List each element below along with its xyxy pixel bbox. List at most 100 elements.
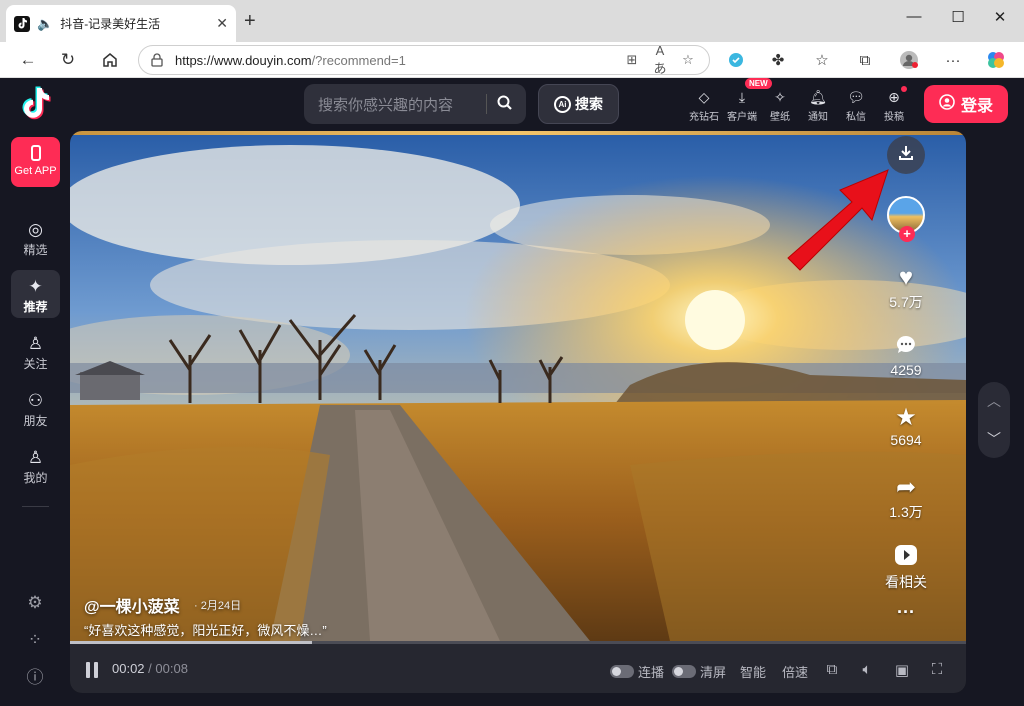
time-display: 00:02 / 00:08 bbox=[112, 661, 188, 676]
profile-icon: ♙ bbox=[27, 448, 44, 467]
progress-fill bbox=[70, 641, 312, 644]
related-label: 看相关 bbox=[885, 574, 927, 590]
sidebar-item-profile[interactable]: ♙ 我的 bbox=[11, 441, 60, 489]
login-button[interactable]: 登录 bbox=[924, 85, 1008, 123]
download-client-icon: ⤓ bbox=[738, 89, 746, 105]
settings-icon[interactable]: ⚙ bbox=[24, 592, 46, 614]
diamond-recharge-button[interactable]: ◇ 充钻石 bbox=[684, 86, 724, 123]
favorite-star-icon[interactable]: ☆ bbox=[679, 52, 697, 68]
sidebar-item-featured[interactable]: ◎ 精选 bbox=[11, 213, 60, 261]
like-button[interactable]: ♥ 5.7万 bbox=[876, 264, 936, 312]
sidebar-item-recommend[interactable]: ✦ 推荐 bbox=[11, 270, 60, 318]
search-input[interactable]: 搜索你感兴趣的内容 bbox=[304, 84, 526, 124]
extensions-puzzle-icon[interactable]: ✤ bbox=[768, 51, 788, 69]
extension-copilot-icon[interactable] bbox=[726, 51, 746, 69]
lock-icon bbox=[151, 53, 165, 67]
clear-screen-toggle[interactable]: 清屏 bbox=[672, 662, 726, 681]
progress-bar[interactable] bbox=[70, 641, 966, 644]
speaker-icon[interactable]: 🔈 bbox=[37, 16, 53, 32]
share-button[interactable]: ➦ 1.3万 bbox=[876, 474, 936, 522]
featured-icon: ◎ bbox=[28, 220, 43, 239]
douyin-favicon-icon bbox=[14, 15, 30, 32]
tab-close-icon[interactable]: ✕ bbox=[216, 15, 228, 32]
smart-button[interactable]: 智能 bbox=[740, 662, 766, 681]
share-count: 1.3万 bbox=[889, 504, 923, 520]
browser-toolbar: ← ↻ https://www.douyin.com/?recommend=1 … bbox=[0, 42, 1024, 78]
video-date: · 2月24日 bbox=[194, 600, 242, 612]
message-icon: 💬︎ bbox=[847, 89, 865, 105]
minimize-button[interactable]: — bbox=[899, 8, 929, 25]
profile-avatar-icon[interactable] bbox=[899, 51, 919, 69]
client-download-button[interactable]: ⤓ 客户端 bbox=[722, 86, 762, 123]
follow-icon: ♙ bbox=[27, 334, 44, 353]
search-icon[interactable] bbox=[497, 95, 512, 114]
diamond-icon: ◇ bbox=[698, 89, 710, 105]
friends-icon: ⚇ bbox=[27, 391, 44, 410]
continuous-play-toggle[interactable]: 连播 bbox=[610, 662, 664, 681]
comment-icon bbox=[876, 334, 936, 362]
get-app-button[interactable]: Get APP bbox=[11, 137, 60, 187]
back-arrow-icon[interactable]: ← bbox=[16, 49, 40, 71]
browser-tab-douyin[interactable]: 🔈 抖音-记录美好生活 ✕ bbox=[6, 5, 236, 42]
heart-icon: ♥ bbox=[898, 264, 914, 291]
web-fullscreen-icon[interactable]: ▣ bbox=[892, 661, 912, 679]
volume-icon[interactable]: 🔈︎ bbox=[857, 661, 877, 678]
fullscreen-icon[interactable]: ⛶ bbox=[927, 661, 947, 678]
favorite-count: 5694 bbox=[890, 432, 922, 448]
video-caption[interactable]: “好喜欢这种感觉，阳光正好，微风不燥…” bbox=[84, 620, 327, 639]
more-menu-icon[interactable]: ··· bbox=[943, 51, 963, 69]
favorites-list-icon[interactable]: ☆ bbox=[812, 51, 832, 69]
next-video-chevron-down-icon[interactable]: ﹀ bbox=[978, 420, 1010, 458]
help-icon[interactable]: ⓘ bbox=[24, 667, 46, 689]
user-icon bbox=[939, 93, 955, 115]
wallpaper-button[interactable]: ✧ 壁纸 bbox=[760, 86, 800, 123]
download-icon bbox=[897, 144, 915, 167]
pause-icon[interactable] bbox=[86, 662, 100, 678]
notification-button[interactable]: 🔔︎ 通知 bbox=[798, 86, 838, 123]
phone-icon bbox=[30, 145, 41, 161]
like-count: 5.7万 bbox=[889, 294, 923, 310]
upload-icon: ⊕ bbox=[888, 89, 900, 105]
comment-button[interactable]: 4259 bbox=[876, 334, 936, 378]
picture-in-picture-icon[interactable]: ⧉ bbox=[822, 661, 842, 678]
address-bar[interactable]: https://www.douyin.com/?recommend=1 ⊞ Aあ… bbox=[138, 43, 710, 77]
close-window-button[interactable]: ✕ bbox=[985, 8, 1015, 26]
ai-icon: Ai bbox=[554, 95, 571, 113]
wallpaper-icon: ✧ bbox=[774, 89, 786, 105]
bell-icon: 🔔︎ bbox=[809, 89, 827, 105]
split-screen-icon[interactable]: ⊞ bbox=[623, 52, 641, 68]
related-button[interactable]: 看相关 bbox=[876, 544, 936, 592]
sidebar-item-friends[interactable]: ⚇ 朋友 bbox=[11, 384, 60, 432]
video-control-bar: 00:02 / 00:08 连播 清屏 智能 倍速 ⧉ 🔈︎ ▣ ⛶ bbox=[70, 641, 966, 693]
new-tab-button[interactable]: + bbox=[244, 10, 256, 33]
search-placeholder: 搜索你感兴趣的内容 bbox=[318, 96, 454, 114]
ai-search-button[interactable]: Ai 搜索 bbox=[538, 84, 619, 124]
screenshot-icon[interactable]: ⧉ bbox=[855, 51, 875, 69]
douyin-logo-icon[interactable] bbox=[20, 86, 52, 126]
home-icon[interactable] bbox=[98, 49, 122, 71]
favorite-button[interactable]: ★ 5694 bbox=[876, 404, 936, 448]
video-author[interactable]: @一棵小菠菜 bbox=[84, 593, 180, 617]
follow-plus-icon[interactable]: + bbox=[899, 226, 915, 242]
reload-icon[interactable]: ↻ bbox=[56, 49, 80, 71]
upload-button[interactable]: ⊕ 投稿 bbox=[874, 86, 914, 123]
message-button[interactable]: 💬︎ 私信 bbox=[836, 86, 876, 123]
star-icon: ★ bbox=[895, 404, 917, 431]
video-nav-control: ︿ ﹀ bbox=[978, 382, 1010, 458]
douyin-page: 搜索你感兴趣的内容 Ai 搜索 ◇ 充钻石 ⤓ 客户端 NEW ✧ 壁纸 🔔︎ … bbox=[0, 78, 1024, 706]
play-related-icon bbox=[876, 544, 936, 572]
previous-video-chevron-up-icon[interactable]: ︿ bbox=[978, 382, 1010, 420]
read-aloud-icon[interactable]: Aあ bbox=[651, 43, 669, 77]
more-apps-icon[interactable]: ⁘ bbox=[24, 629, 46, 651]
browser-tab-bar: 🔈 抖音-记录美好生活 ✕ + — ☐ ✕ bbox=[0, 0, 1024, 42]
comment-count: 4259 bbox=[890, 362, 922, 378]
tab-title: 抖音-记录美好生活 bbox=[60, 17, 161, 31]
maximize-button[interactable]: ☐ bbox=[943, 8, 973, 26]
sidebar-item-follow[interactable]: ♙ 关注 bbox=[11, 327, 60, 375]
copilot-icon[interactable] bbox=[986, 51, 1006, 69]
more-options-icon[interactable]: ··· bbox=[876, 602, 936, 623]
upload-red-dot bbox=[901, 86, 907, 92]
speed-button[interactable]: 倍速 bbox=[782, 662, 808, 681]
recommend-icon: ✦ bbox=[28, 277, 43, 296]
share-icon: ➦ bbox=[895, 474, 917, 501]
